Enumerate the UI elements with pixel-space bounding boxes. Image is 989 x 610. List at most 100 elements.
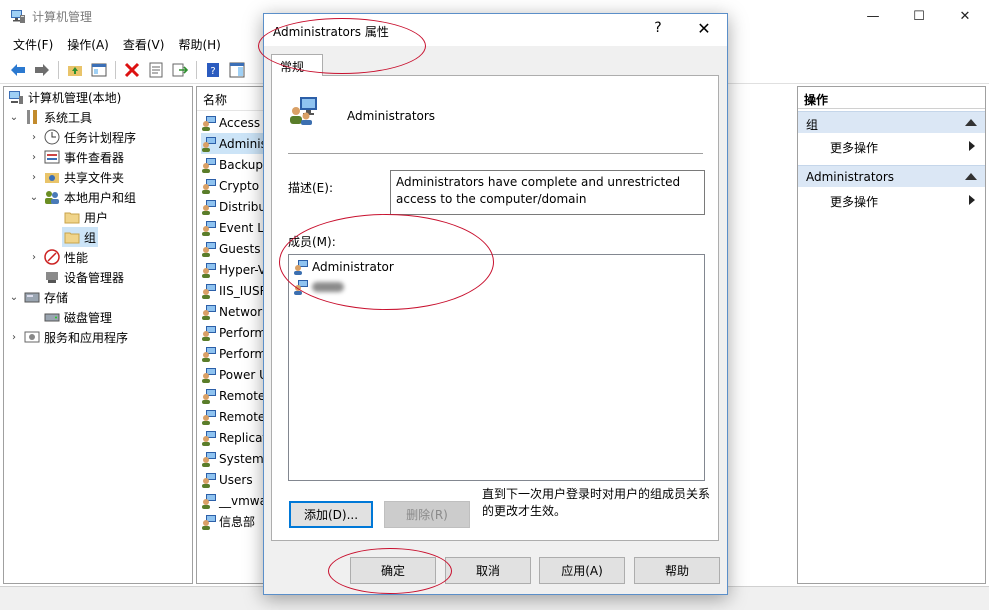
dialog-close-button[interactable]: ✕ — [694, 19, 714, 38]
expanded-chevron-icon[interactable]: ⌄ — [28, 192, 40, 203]
cancel-button[interactable]: 取消 — [445, 557, 531, 584]
list-item[interactable]: IIS_IUSR — [201, 280, 264, 301]
tree-item-shared-folders[interactable]: › 共享文件夹 — [28, 167, 124, 187]
group-icon — [202, 178, 216, 194]
menu-view[interactable]: 查看(V) — [116, 34, 172, 55]
window-title: 计算机管理 — [32, 10, 93, 24]
list-item[interactable]: Perform — [201, 322, 264, 343]
collapse-triangle-icon[interactable] — [965, 119, 977, 126]
show-hide-tree-button[interactable] — [87, 59, 110, 81]
menu-help[interactable]: 帮助(H) — [171, 34, 227, 55]
list-item[interactable]: Guests — [201, 238, 261, 259]
list-item[interactable]: Perform — [201, 343, 264, 364]
list-item[interactable]: Remote — [201, 406, 264, 427]
collapsed-chevron-icon[interactable]: › — [28, 252, 40, 263]
list-item[interactable]: Adminis — [201, 133, 264, 154]
list-item[interactable]: Power U — [201, 364, 264, 385]
collapsed-chevron-icon[interactable]: › — [28, 152, 40, 163]
tree-item-services-apps[interactable]: › 服务和应用程序 — [8, 327, 128, 347]
export-list-button[interactable] — [168, 59, 191, 81]
maximize-button[interactable]: ☐ — [896, 0, 942, 32]
forward-arrow-icon — [34, 63, 49, 76]
close-button[interactable]: ✕ — [942, 0, 988, 32]
list-item[interactable]: Networ — [201, 301, 262, 322]
dialog-help-button[interactable]: ? — [648, 20, 668, 36]
list-item[interactable]: Access — [201, 112, 260, 133]
help-button[interactable]: 帮助 — [634, 557, 720, 584]
up-level-button[interactable] — [63, 59, 86, 81]
actions-pane: 操作 组 更多操作 Administrators 更多操作 — [797, 86, 986, 584]
back-arrow-icon — [10, 63, 25, 76]
delete-button[interactable] — [120, 59, 143, 81]
list-item[interactable]: Replicat — [201, 427, 264, 448]
tree-item-system-tools[interactable]: ⌄ 系统工具 — [8, 107, 92, 127]
action-more-actions[interactable]: 更多操作 — [798, 135, 985, 157]
collapsed-chevron-icon[interactable]: › — [8, 332, 20, 343]
show-action-pane-button[interactable] — [225, 59, 248, 81]
tree-item-users[interactable]: 用户 — [64, 207, 108, 227]
list-item[interactable]: Distribu — [201, 196, 264, 217]
user-icon — [294, 260, 308, 275]
group-icon — [202, 136, 216, 152]
tree-item-event-viewer[interactable]: › 事件查看器 — [28, 147, 124, 167]
group-icon — [202, 367, 216, 383]
expanded-chevron-icon[interactable]: ⌄ — [8, 292, 20, 303]
device-icon — [44, 269, 60, 285]
tree-item-disk-management[interactable]: 磁盘管理 — [44, 307, 112, 327]
forward-button[interactable] — [30, 59, 53, 81]
list-item-label: Power U — [219, 367, 264, 382]
group-icon — [202, 493, 216, 509]
help-book-icon: ? — [206, 62, 219, 77]
group-icon — [202, 472, 216, 488]
action-group-groups[interactable]: 组 — [798, 111, 985, 133]
expanded-chevron-icon[interactable]: ⌄ — [8, 112, 20, 123]
list-item[interactable]: Backup — [201, 154, 263, 175]
help-toolbar-button[interactable]: ? — [201, 59, 224, 81]
tree-item-storage[interactable]: ⌄ 存储 — [8, 287, 68, 307]
list-item-label: Remote — [219, 409, 264, 424]
list-item[interactable]: System — [201, 448, 264, 469]
properties-button[interactable] — [144, 59, 167, 81]
member-redacted[interactable] — [293, 277, 344, 297]
tree-item-label: 设备管理器 — [64, 270, 125, 285]
collapsed-chevron-icon[interactable]: › — [28, 132, 40, 143]
list-item[interactable]: __vmwa — [201, 490, 264, 511]
menu-file[interactable]: 文件(F) — [6, 34, 60, 55]
dialog-title-bar[interactable]: Administrators 属性 ? ✕ — [264, 14, 727, 46]
apply-button[interactable]: 应用(A) — [539, 557, 625, 584]
action-more-actions-admin[interactable]: 更多操作 — [798, 189, 985, 211]
list-item[interactable]: Crypto — [201, 175, 259, 196]
tree-item-local-users-groups[interactable]: ⌄ 本地用户和组 — [28, 187, 136, 207]
list-item[interactable]: Event Lo — [201, 217, 264, 238]
list-item[interactable]: 信息部 — [201, 511, 255, 532]
list-item-label: Users — [219, 472, 253, 487]
add-member-button[interactable]: 添加(D)... — [289, 501, 373, 528]
ok-button[interactable]: 确定 — [350, 557, 436, 584]
tree-item-performance[interactable]: › 性能 — [28, 247, 88, 267]
tree-item-groups[interactable]: 组 — [62, 227, 99, 247]
action-group-administrators[interactable]: Administrators — [798, 165, 985, 187]
remove-member-button[interactable]: 删除(R) — [384, 501, 470, 528]
collapse-triangle-icon[interactable] — [965, 173, 977, 180]
collapsed-chevron-icon[interactable]: › — [28, 172, 40, 183]
tree-item-computer-management[interactable]: 计算机管理(本地) — [8, 87, 121, 107]
description-field[interactable]: Administrators have complete and unrestr… — [390, 170, 705, 215]
share-folder-icon — [44, 169, 60, 185]
list-item[interactable]: Remote — [201, 385, 264, 406]
list-item-label: Perform — [219, 325, 264, 340]
users-icon — [44, 189, 60, 205]
column-header-name[interactable]: 名称 — [197, 87, 264, 111]
group-icon — [202, 157, 216, 173]
minimize-button[interactable]: — — [850, 0, 896, 32]
tab-general[interactable]: 常规 — [271, 54, 323, 76]
console-tree-icon — [91, 63, 106, 76]
list-item[interactable]: Hyper-V — [201, 259, 264, 280]
member-administrator[interactable]: Administrator — [293, 257, 394, 277]
tree-item-device-manager[interactable]: 设备管理器 — [44, 267, 124, 287]
members-list[interactable]: Administrator — [288, 254, 705, 481]
group-icon — [202, 451, 216, 467]
menu-action[interactable]: 操作(A) — [60, 34, 116, 55]
back-button[interactable] — [6, 59, 29, 81]
list-item[interactable]: Users — [201, 469, 253, 490]
tree-item-task-scheduler[interactable]: › 任务计划程序 — [28, 127, 136, 147]
